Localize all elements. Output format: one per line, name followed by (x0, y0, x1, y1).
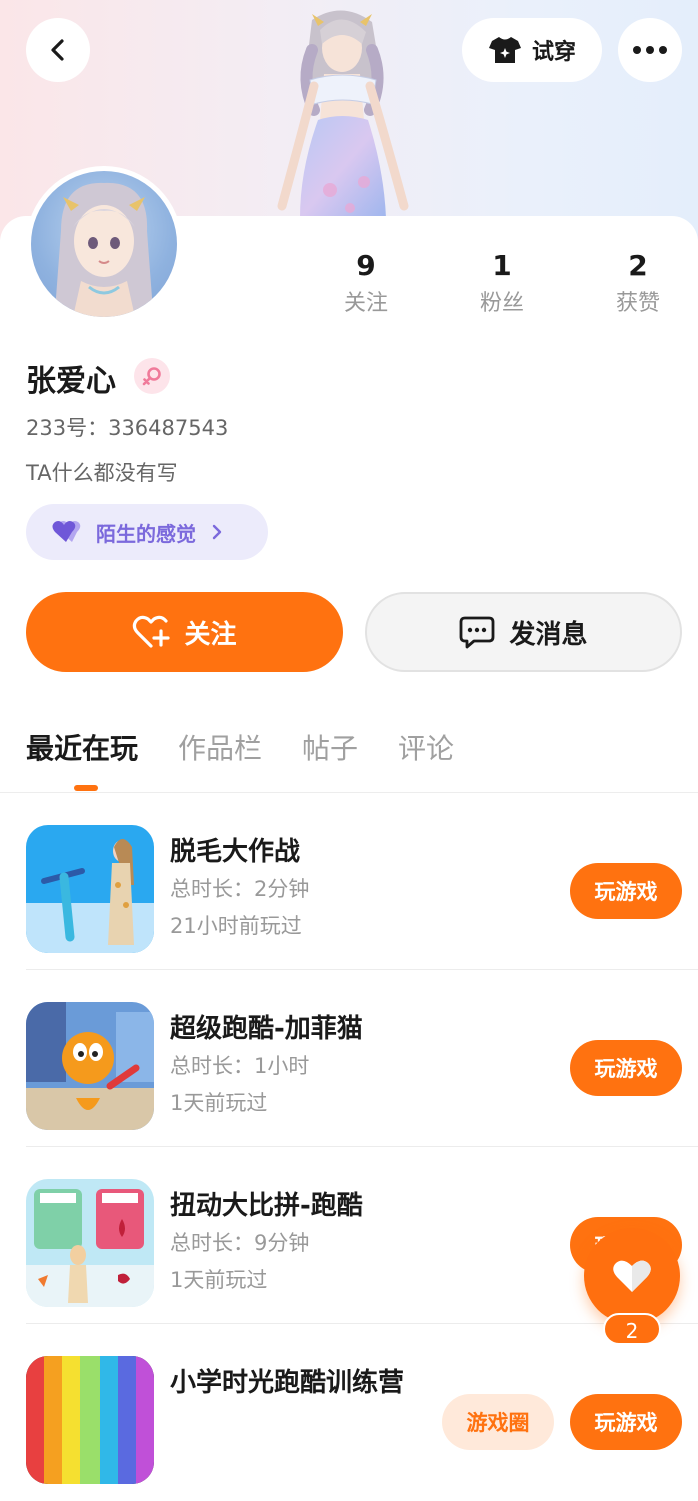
try-on-label: 试穿 (531, 40, 576, 65)
back-button[interactable] (26, 18, 90, 82)
avatar[interactable] (26, 166, 182, 322)
profile-tabs: 最近在玩 作品栏 帖子 评论 (26, 726, 454, 772)
floating-like-button[interactable] (584, 1228, 680, 1324)
game-last-played: 1天前玩过 (170, 1091, 268, 1115)
stat-following-count: 9 (356, 249, 376, 282)
game-last-played: 1天前玩过 (170, 1268, 268, 1292)
list-item[interactable]: 小学时光跑酷训练营 游戏圈 玩游戏 (0, 1324, 698, 1501)
tab-works[interactable]: 作品栏 (178, 726, 262, 772)
game-duration: 总时长：1小时 (170, 1054, 310, 1078)
message-button-label: 发消息 (509, 619, 588, 650)
list-item[interactable]: 脱毛大作战 总时长：2分钟 21小时前玩过 玩游戏 (0, 793, 698, 970)
game-duration: 总时长：9分钟 (170, 1231, 310, 1255)
avatar-portrait (55, 182, 153, 317)
game-circle-button[interactable]: 游戏圈 (442, 1394, 554, 1450)
stat-following-label: 关注 (343, 291, 388, 316)
game-last-played: 21小时前玩过 (170, 914, 302, 938)
chevron-right-icon (212, 524, 222, 540)
play-game-button[interactable]: 玩游戏 (570, 1394, 682, 1450)
active-tab-indicator (74, 785, 98, 791)
game-title: 扭动大比拼-跑酷 (170, 1191, 363, 1221)
tshirt-icon (488, 37, 521, 63)
stat-followers-count: 1 (492, 249, 512, 282)
like-count-badge: 2 (603, 1313, 661, 1345)
tab-posts[interactable]: 帖子 (302, 726, 358, 772)
game-thumbnail (26, 1356, 154, 1484)
play-game-button[interactable]: 玩游戏 (570, 863, 682, 919)
stat-likes-label: 获赞 (615, 291, 660, 316)
female-icon (142, 367, 161, 386)
game-duration: 总时长：2分钟 (170, 877, 310, 901)
message-button[interactable]: 发消息 (365, 592, 682, 672)
chevron-left-icon (51, 39, 64, 61)
tab-recently-played[interactable]: 最近在玩 (26, 726, 138, 772)
tab-comments[interactable]: 评论 (398, 726, 454, 772)
gender-badge (134, 358, 170, 394)
more-dots-icon (633, 46, 667, 54)
game-title: 小学时光跑酷训练营 (170, 1368, 405, 1398)
stat-following[interactable]: 9 关注 (316, 246, 416, 322)
game-thumbnail-art (26, 1002, 154, 1130)
play-game-button[interactable]: 玩游戏 (570, 1040, 682, 1096)
list-item[interactable]: 超级跑酷-加菲猫 总时长：1小时 1天前玩过 玩游戏 (0, 970, 698, 1147)
game-thumbnail-art (26, 1179, 154, 1307)
game-thumbnail (26, 825, 154, 953)
relationship-tag[interactable]: 陌生的感觉 (26, 504, 268, 560)
heart-icon (613, 1260, 651, 1292)
stat-followers[interactable]: 1 粉丝 (452, 246, 552, 322)
stat-followers-label: 粉丝 (479, 291, 524, 316)
game-title: 脱毛大作战 (170, 837, 301, 867)
game-thumbnail-art (26, 825, 154, 953)
game-title: 超级跑酷-加菲猫 (170, 1014, 363, 1044)
heart-plus-icon (133, 615, 171, 648)
stat-likes-count: 2 (628, 249, 648, 282)
game-thumbnail-art (26, 1356, 154, 1484)
follow-button[interactable]: 关注 (26, 592, 343, 672)
follow-button-label: 关注 (184, 619, 237, 650)
game-thumbnail (26, 1179, 154, 1307)
game-thumbnail (26, 1002, 154, 1130)
relationship-tag-label: 陌生的感觉 (96, 521, 196, 546)
try-on-button[interactable]: 试穿 (462, 18, 602, 82)
double-heart-icon (52, 521, 81, 542)
user-id: 233号：336487543 (26, 416, 229, 440)
chat-bubble-icon (460, 616, 495, 649)
stat-likes[interactable]: 2 获赞 (588, 246, 688, 322)
more-button[interactable] (618, 18, 682, 82)
user-name: 张爱心 (26, 364, 116, 399)
user-bio: TA什么都没有写 (26, 461, 178, 485)
